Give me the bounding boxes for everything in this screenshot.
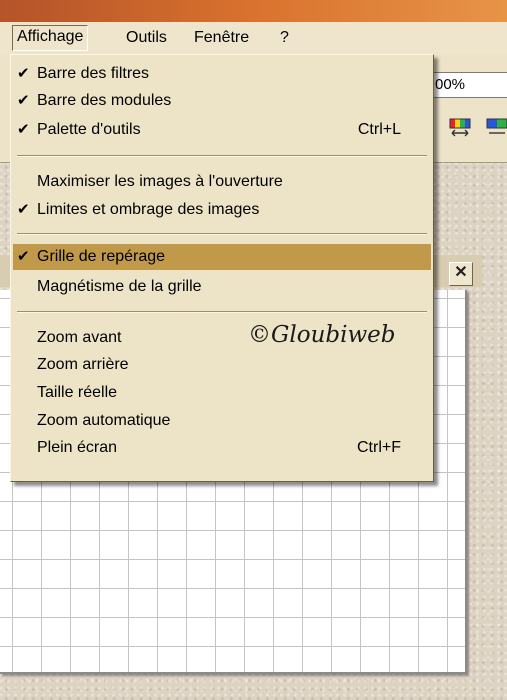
menu-item-zoom-automatique[interactable]: Zoom automatique (13, 408, 431, 434)
menu-item-maximiser-images[interactable]: Maximiser les images à l'ouverture (13, 169, 431, 195)
menu-help[interactable]: ? (276, 26, 293, 50)
menu-item-label: Limites et ombrage des images (37, 201, 260, 218)
window-title-bar (0, 0, 507, 22)
affichage-dropdown-menu: ✔ Barre des filtres ✔ Barre des modules … (10, 54, 434, 482)
menu-separator (17, 233, 427, 235)
menu-item-label: Barre des filtres (37, 65, 150, 82)
menu-bar: Affichage Outils Fenêtre ? (0, 22, 507, 54)
menu-item-label: Magnétisme de la grille (37, 278, 202, 295)
menu-fenetre[interactable]: Fenêtre (190, 26, 253, 50)
menu-item-barre-des-modules[interactable]: ✔ Barre des modules (13, 88, 431, 114)
menu-item-plein-ecran[interactable]: Plein écran Ctrl+F (13, 435, 431, 461)
menu-item-grille-reperage[interactable]: ✔ Grille de repérage (13, 244, 431, 270)
checkmark-icon: ✔ (17, 92, 30, 109)
checkmark-icon: ✔ (17, 201, 30, 218)
menu-affichage[interactable]: Affichage (12, 25, 89, 51)
color-palette-icon[interactable] (449, 118, 471, 138)
menu-item-palette-outils[interactable]: ✔ Palette d'outils Ctrl+L (13, 117, 431, 143)
menu-item-label: Zoom avant (37, 329, 122, 346)
menu-item-shortcut: Ctrl+L (357, 121, 401, 138)
menu-item-zoom-arriere[interactable]: Zoom arrière (13, 352, 431, 378)
menu-item-label: Grille de repérage (37, 248, 166, 265)
checkmark-icon: ✔ (17, 65, 30, 82)
menu-separator (17, 155, 427, 157)
menu-item-label: Taille réelle (37, 384, 118, 401)
menu-item-barre-des-filtres[interactable]: ✔ Barre des filtres (13, 61, 431, 87)
close-button[interactable]: ✕ (449, 262, 473, 286)
checkmark-icon: ✔ (17, 248, 30, 265)
menu-item-label: Maximiser les images à l'ouverture (37, 173, 283, 190)
menu-item-label: Plein écran (37, 439, 118, 456)
menu-item-limites-ombrage[interactable]: ✔ Limites et ombrage des images (13, 197, 431, 223)
menu-separator (17, 311, 427, 313)
menu-item-shortcut: Ctrl+F (357, 439, 401, 456)
menu-item-magnetisme-grille[interactable]: Magnétisme de la grille (13, 274, 431, 300)
menu-outils[interactable]: Outils (122, 26, 171, 50)
menu-item-label: Palette d'outils (37, 121, 141, 138)
watermark-text: ©Gloubiweb (248, 322, 396, 348)
checkmark-icon: ✔ (17, 121, 30, 138)
color-palette-icon[interactable] (486, 118, 507, 138)
menu-item-label: Zoom arrière (37, 356, 129, 373)
menu-item-label: Zoom automatique (37, 412, 171, 429)
menu-item-label: Barre des modules (37, 92, 172, 109)
menu-item-taille-reelle[interactable]: Taille réelle (13, 380, 431, 406)
zoom-input[interactable]: 00% (430, 72, 507, 98)
